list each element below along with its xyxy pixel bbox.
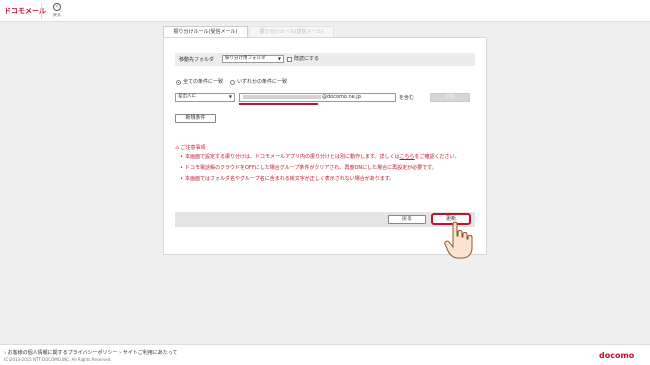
notice-section: ⚠ご注意事項 本画面で設定する振り分けは、ドコモメールアプリ内の振り分けとは別に…: [175, 144, 487, 186]
chevron-down-icon: ▼: [277, 56, 281, 61]
redacted-address: [243, 94, 321, 99]
back-button[interactable]: 戻る: [388, 215, 426, 224]
notice-title: ⚠ご注意事項: [175, 144, 487, 152]
chevron-right-icon: ›: [4, 350, 6, 356]
notice-title-text: ご注意事項: [180, 145, 206, 151]
copyright-text: (C)2013-2015 NTT DOCOMO,INC. All Rights …: [4, 357, 112, 362]
condition-value-input[interactable]: @docomo.ne.jp: [239, 93, 396, 102]
input-highlight-underline: [239, 103, 318, 105]
notice-item: ドコモ電話帳のクラウドをOFFにした場合グループ条件がクリアされ、再度ONにした…: [175, 164, 487, 172]
header-back-button[interactable]: ‹ 戻る: [50, 3, 64, 21]
header-back-label: 戻る: [53, 12, 61, 17]
mark-as-read-label: 既読にする: [294, 56, 320, 62]
footer-links: › お客様の個人情報に関するプライバシーポリシー › サイトご利用にあたって: [4, 349, 177, 356]
destination-folder-select[interactable]: 振り分け用フォルダ ▼: [222, 55, 284, 63]
chevron-down-icon: ▼: [228, 94, 232, 99]
match-all-label: 全ての条件に一致: [183, 79, 224, 85]
new-condition-button[interactable]: 新規条件: [175, 114, 216, 123]
warning-icon: ⚠: [175, 145, 180, 151]
chevron-right-icon: ›: [119, 350, 122, 356]
condition-field-value: 差出人に: [178, 94, 196, 99]
docomo-mail-logo[interactable]: ドコモメール: [4, 6, 46, 16]
notice-item: 本画面ではフォルダ名やグループ名に含まれる絵文字が正しく表示されない場合がありま…: [175, 175, 487, 183]
match-any-label: いずれかの条件に一致: [237, 79, 288, 85]
delete-condition-button[interactable]: 削除: [430, 93, 470, 102]
back-arrow-icon: ‹: [53, 3, 61, 11]
page-footer: › お客様の個人情報に関するプライバシーポリシー › サイトご利用にあたって (…: [0, 344, 650, 365]
docomo-brand-logo: docomo: [599, 351, 635, 360]
site-terms-link[interactable]: サイトご利用にあたって: [123, 350, 178, 356]
destination-folder-row: [175, 53, 475, 66]
notice-list: 本画面で設定する振り分けは、ドコモメールアプリ内の振り分けとは別に動作します。詳…: [175, 153, 487, 183]
destination-folder-value: 振り分け用フォルダ: [225, 56, 266, 61]
tab-sent-mail-rules[interactable]: 振り分けルール(送信メール): [249, 26, 334, 37]
condition-value-domain: @docomo.ne.jp: [322, 94, 361, 100]
header-divider: [41, 3, 42, 19]
pointing-hand-icon: [444, 221, 473, 259]
privacy-policy-link[interactable]: お客様の個人情報に関するプライバシーポリシー: [8, 350, 118, 356]
match-all-radio[interactable]: [176, 80, 181, 85]
condition-field-select[interactable]: 差出人に ▼: [175, 93, 235, 102]
tab-received-mail-rules[interactable]: 振り分けルール(受信メール): [163, 26, 248, 37]
action-bar: [175, 212, 475, 227]
condition-operator-label: を含む: [399, 95, 415, 101]
mark-as-read-checkbox[interactable]: [287, 57, 292, 62]
notice-item: 本画面で設定する振り分けは、ドコモメールアプリ内の振り分けとは別に動作します。詳…: [175, 153, 487, 161]
notice-help-link[interactable]: こちら: [400, 154, 415, 160]
app-header: ドコモメール ‹ 戻る: [0, 0, 650, 22]
destination-folder-label: 移動先フォルダ: [179, 57, 215, 63]
match-any-radio[interactable]: [230, 80, 235, 85]
